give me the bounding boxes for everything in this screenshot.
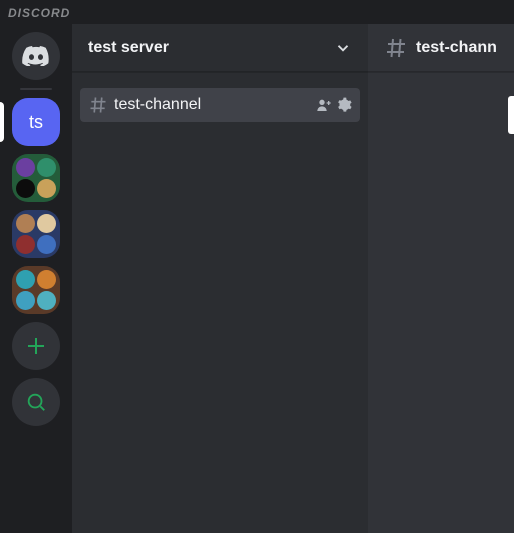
channel-sidebar: test server test-channel [72, 24, 368, 533]
folder-icon [37, 235, 56, 254]
folder-icon [37, 270, 56, 289]
channel-name: test-channel [114, 96, 310, 114]
server-folder-1[interactable] [12, 154, 60, 202]
invite-icon[interactable] [316, 97, 332, 113]
channel-title: test-chann [416, 39, 497, 57]
add-server-button[interactable] [12, 322, 60, 370]
main-content: test-chann [368, 24, 514, 533]
app-shell: ts [0, 24, 514, 533]
explore-servers-button[interactable] [12, 378, 60, 426]
hash-icon [384, 36, 408, 60]
gear-icon[interactable] [336, 97, 352, 113]
folder-icon [37, 214, 56, 233]
server-item-test-server[interactable]: ts [12, 98, 60, 146]
folder-icon [16, 291, 35, 310]
partial-element [508, 96, 514, 134]
channel-item-test-channel[interactable]: test-channel [80, 88, 360, 122]
channel-actions [316, 97, 352, 113]
folder-icon [16, 179, 35, 198]
hash-icon [88, 95, 108, 115]
server-folder-2[interactable] [12, 210, 60, 258]
discord-logo-icon [22, 46, 50, 66]
server-rail: ts [0, 24, 72, 533]
folder-icon [37, 179, 56, 198]
compass-icon [25, 391, 47, 413]
server-item-label: ts [29, 112, 43, 133]
server-folder-3[interactable] [12, 266, 60, 314]
chevron-down-icon [334, 39, 352, 57]
rail-separator [20, 88, 52, 90]
folder-icon [16, 235, 35, 254]
channel-header: test-chann [368, 24, 514, 72]
folder-icon [16, 270, 35, 289]
server-header[interactable]: test server [72, 24, 368, 72]
message-area [368, 72, 514, 533]
folder-icon [37, 291, 56, 310]
plus-icon [24, 334, 48, 358]
folder-icon [37, 158, 56, 177]
home-button[interactable] [12, 32, 60, 80]
folder-icon [16, 158, 35, 177]
server-name: test server [88, 39, 169, 57]
channel-list: test-channel [72, 72, 368, 533]
brand-wordmark: DISCORD [0, 0, 514, 24]
folder-icon [16, 214, 35, 233]
